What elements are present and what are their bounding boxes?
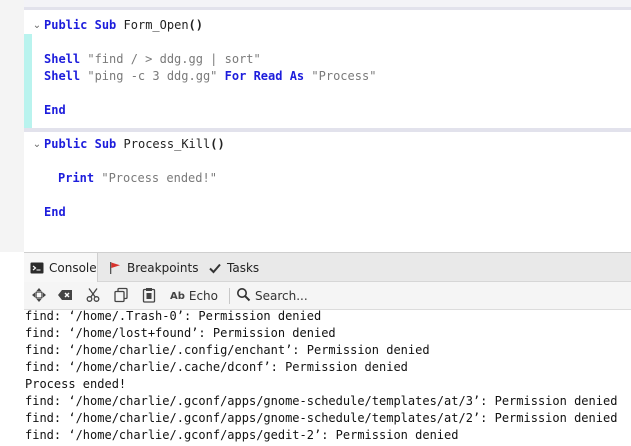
- code-line-end[interactable]: End: [44, 204, 66, 221]
- keyword: Public: [44, 137, 88, 151]
- fold-toggle-icon[interactable]: ⌄: [32, 136, 42, 153]
- code-editor[interactable]: ⌄ Public Sub Form_Open() Shell "find / >…: [0, 0, 631, 252]
- keyword: Shell: [44, 52, 81, 66]
- console-line: find: ‘/home/.Trash-0’: Permission denie…: [25, 310, 322, 323]
- paste-button[interactable]: [140, 287, 158, 305]
- code-line-print[interactable]: Print "Process ended!": [58, 170, 217, 187]
- echo-icon: Ab: [169, 290, 185, 302]
- cut-button[interactable]: [84, 287, 102, 305]
- string-literal: "ping -c 3 ddg.gg": [87, 69, 218, 83]
- keyword: Shell: [44, 69, 81, 83]
- console-line: Process ended!: [25, 377, 127, 391]
- keyword: Sub: [94, 137, 117, 151]
- search-button[interactable]: Search...: [236, 287, 308, 305]
- console-line: find: ‘/home/charlie/.cache/dconf’: Perm…: [25, 360, 408, 374]
- navigate-icon: [31, 287, 47, 306]
- sub-name: Form_Open: [123, 18, 189, 32]
- toolbar-divider: [229, 288, 230, 304]
- keyword: Sub: [94, 18, 117, 32]
- parens: (): [188, 18, 203, 32]
- parens: (): [210, 137, 225, 151]
- check-icon: [208, 261, 222, 275]
- navigate-button[interactable]: [30, 287, 48, 305]
- echo-button[interactable]: Ab Echo: [168, 287, 220, 305]
- modified-lines-marker: [24, 34, 32, 128]
- console-output[interactable]: find: ‘/home/.Trash-0’: Permission denie…: [24, 310, 631, 446]
- console-line: find: ‘/home/charlie/.gconf/apps/gedit-2…: [25, 428, 459, 442]
- procedure-separator-top: [24, 0, 631, 10]
- paste-icon: [141, 287, 157, 306]
- console-icon: [30, 261, 44, 275]
- clear-icon: [57, 287, 73, 306]
- search-label: Search...: [255, 289, 308, 303]
- bottom-panel-tabs: Console Breakpoints Tasks: [24, 252, 631, 282]
- keyword: End: [44, 205, 66, 219]
- string-literal: "Process ended!": [101, 171, 217, 185]
- fold-toggle-icon[interactable]: ⌄: [32, 17, 42, 34]
- code-line-sub-form-open[interactable]: Public Sub Form_Open(): [44, 17, 203, 34]
- tab-breakpoints[interactable]: Breakpoints: [102, 253, 198, 282]
- flag-icon: [108, 261, 122, 275]
- tab-label: Breakpoints: [127, 260, 199, 275]
- tab-label: Tasks: [227, 260, 260, 275]
- tab-console[interactable]: Console: [24, 253, 98, 282]
- code-line-sub-process-kill[interactable]: Public Sub Process_Kill(): [44, 136, 225, 153]
- keyword: Read: [253, 69, 283, 83]
- tab-tasks[interactable]: Tasks: [202, 253, 266, 282]
- code-line-shell-ping[interactable]: Shell "ping -c 3 ddg.gg" For Read As "Pr…: [44, 68, 376, 85]
- console-line: find: ‘/home/charlie/.gconf/apps/gnome-s…: [25, 394, 618, 408]
- copy-icon: [113, 287, 129, 306]
- echo-label: Echo: [188, 289, 219, 303]
- procedure-separator: [24, 128, 631, 132]
- keyword: End: [44, 103, 66, 117]
- console-toolbar: Ab Echo Search...: [24, 282, 631, 310]
- search-icon: [236, 287, 251, 305]
- keyword: As: [289, 69, 305, 83]
- tab-label: Console: [49, 260, 97, 275]
- console-line: find: ‘/home/lost+found’: Permission den…: [25, 326, 336, 340]
- string-literal: "Process": [311, 69, 377, 83]
- copy-button[interactable]: [112, 287, 130, 305]
- cut-icon: [85, 287, 101, 306]
- clear-button[interactable]: [56, 287, 74, 305]
- console-line: find: ‘/home/charlie/.config/enchant’: P…: [25, 343, 430, 357]
- editor-gutter: [0, 0, 24, 252]
- keyword: For: [224, 69, 247, 83]
- keyword: Public: [44, 18, 88, 32]
- console-line: find: ‘/home/charlie/.gconf/apps/gnome-s…: [25, 411, 618, 425]
- code-line-end[interactable]: End: [44, 102, 66, 119]
- keyword: Print: [58, 171, 95, 185]
- code-line-shell-find[interactable]: Shell "find / > ddg.gg | sort": [44, 51, 261, 68]
- sub-name: Process_Kill: [123, 137, 211, 151]
- string-literal: "find / > ddg.gg | sort": [87, 52, 261, 66]
